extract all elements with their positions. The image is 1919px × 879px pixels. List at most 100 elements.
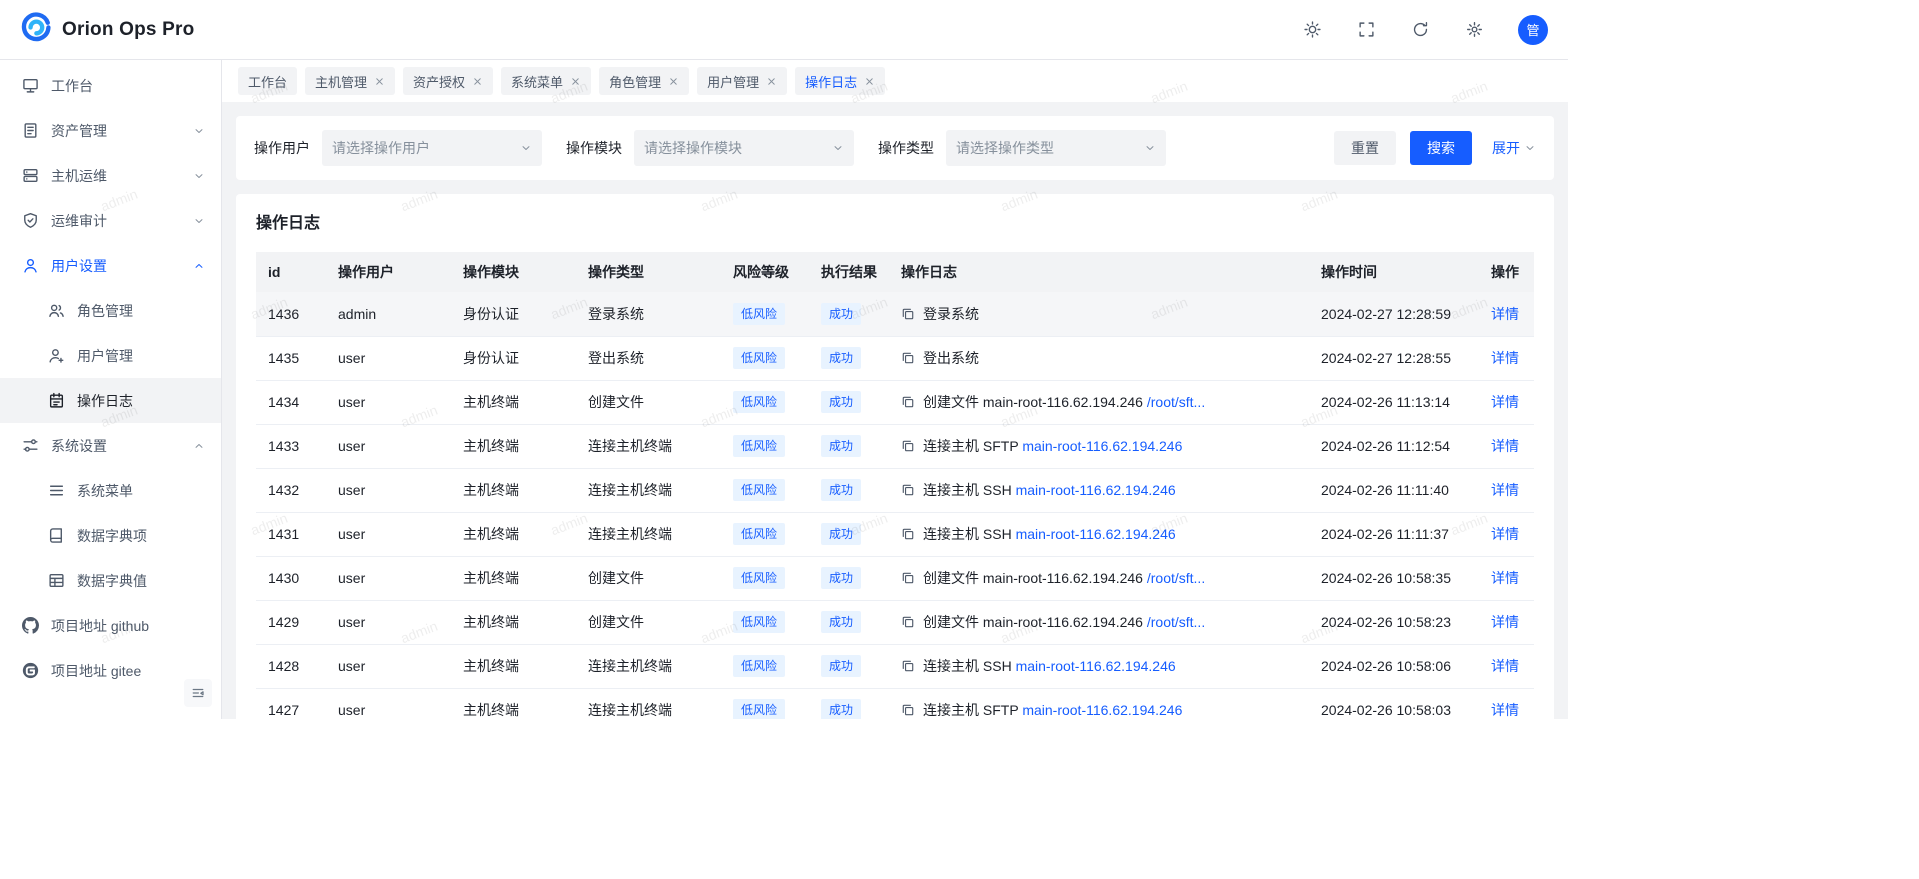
- detail-link[interactable]: 详情: [1491, 702, 1519, 718]
- sidebar-item[interactable]: 数据字典值: [0, 558, 221, 603]
- tab-资产授权[interactable]: 资产授权: [403, 67, 493, 95]
- log-link[interactable]: /root/sft...: [1147, 570, 1205, 586]
- sidebar-item[interactable]: 角色管理: [0, 288, 221, 333]
- log-text: 创建文件 main-root-116.62.194.246: [923, 394, 1147, 410]
- copy-icon[interactable]: [901, 615, 915, 629]
- sidebar-item[interactable]: 数据字典项: [0, 513, 221, 558]
- log-link[interactable]: main-root-116.62.194.246: [1022, 438, 1182, 454]
- expand-filters-link[interactable]: 展开: [1492, 138, 1536, 158]
- close-icon[interactable]: [570, 76, 581, 87]
- search-button[interactable]: 搜索: [1410, 131, 1472, 165]
- sidebar-item[interactable]: 工作台: [0, 63, 221, 108]
- sidebar-item[interactable]: 运维审计: [0, 198, 221, 243]
- sidebar-item[interactable]: 资产管理: [0, 108, 221, 153]
- detail-link[interactable]: 详情: [1491, 350, 1519, 366]
- cell-risk: 低风险: [721, 556, 809, 600]
- close-icon[interactable]: [668, 76, 679, 87]
- sidebar-item[interactable]: 项目地址 github: [0, 603, 221, 648]
- refresh-icon[interactable]: [1410, 20, 1430, 40]
- dict-value-icon: [48, 572, 65, 589]
- detail-link[interactable]: 详情: [1491, 658, 1519, 674]
- tab-用户管理[interactable]: 用户管理: [697, 67, 787, 95]
- copy-icon[interactable]: [901, 395, 915, 409]
- tab-主机管理[interactable]: 主机管理: [305, 67, 395, 95]
- tab-系统菜单[interactable]: 系统菜单: [501, 67, 591, 95]
- cell-user: user: [326, 556, 451, 600]
- cell-action: 详情: [1479, 468, 1534, 512]
- cell-module: 主机终端: [451, 424, 576, 468]
- reset-button[interactable]: 重置: [1334, 131, 1396, 165]
- detail-link[interactable]: 详情: [1491, 306, 1519, 322]
- copy-icon[interactable]: [901, 439, 915, 453]
- cell-user: user: [326, 380, 451, 424]
- log-link[interactable]: main-root-116.62.194.246: [1016, 658, 1176, 674]
- copy-icon[interactable]: [901, 483, 915, 497]
- detail-link[interactable]: 详情: [1491, 614, 1519, 630]
- tab-操作日志[interactable]: 操作日志: [795, 67, 885, 95]
- sidebar-item[interactable]: 系统菜单: [0, 468, 221, 513]
- detail-link[interactable]: 详情: [1491, 482, 1519, 498]
- cell-type: 登录系统: [576, 292, 721, 336]
- log-text: 创建文件 main-root-116.62.194.246: [923, 614, 1147, 630]
- risk-badge: 低风险: [733, 699, 785, 719]
- cell-id: 1430: [256, 556, 326, 600]
- copy-icon[interactable]: [901, 659, 915, 673]
- column-header: 操作用户: [326, 252, 451, 292]
- close-icon[interactable]: [864, 76, 875, 87]
- sidebar-item[interactable]: 用户设置: [0, 243, 221, 288]
- log-link[interactable]: main-root-116.62.194.246: [1016, 482, 1176, 498]
- sidebar-menu: 工作台资产管理主机运维运维审计用户设置角色管理用户管理操作日志系统设置系统菜单数…: [0, 63, 221, 693]
- close-icon[interactable]: [766, 76, 777, 87]
- cell-result: 成功: [809, 556, 889, 600]
- tab-工作台[interactable]: 工作台: [238, 67, 297, 95]
- sidebar-item-label: 运维审计: [51, 211, 181, 231]
- copy-icon[interactable]: [901, 527, 915, 541]
- operation-type-select[interactable]: 请选择操作类型: [946, 130, 1166, 166]
- risk-badge: 低风险: [733, 391, 785, 413]
- theme-icon[interactable]: [1302, 20, 1322, 40]
- close-icon[interactable]: [472, 76, 483, 87]
- fullscreen-icon[interactable]: [1356, 20, 1376, 40]
- log-link[interactable]: /root/sft...: [1147, 614, 1205, 630]
- chevron-down-icon: [832, 142, 844, 154]
- cell-time: 2024-02-27 12:28:59: [1309, 292, 1479, 336]
- sidebar-item[interactable]: 系统设置: [0, 423, 221, 468]
- copy-icon[interactable]: [901, 703, 915, 717]
- column-header: 操作时间: [1309, 252, 1479, 292]
- log-link[interactable]: main-root-116.62.194.246: [1016, 526, 1176, 542]
- cell-type: 登出系统: [576, 336, 721, 380]
- detail-link[interactable]: 详情: [1491, 438, 1519, 454]
- sidebar-item[interactable]: 用户管理: [0, 333, 221, 378]
- log-panel: 操作日志 id操作用户操作模块操作类型风险等级执行结果操作日志操作时间操作 14…: [236, 194, 1554, 719]
- copy-icon[interactable]: [901, 351, 915, 365]
- settings-icon[interactable]: [1464, 20, 1484, 40]
- system-settings-icon: [22, 437, 39, 454]
- sidebar-item-label: 资产管理: [51, 121, 181, 141]
- cell-type: 创建文件: [576, 380, 721, 424]
- cell-time: 2024-02-26 11:11:40: [1309, 468, 1479, 512]
- avatar[interactable]: 管: [1518, 15, 1548, 45]
- operation-user-select[interactable]: 请选择操作用户: [322, 130, 542, 166]
- log-link[interactable]: main-root-116.62.194.246: [1022, 702, 1182, 718]
- column-header: 操作: [1479, 252, 1534, 292]
- copy-icon[interactable]: [901, 307, 915, 321]
- sidebar-item[interactable]: 操作日志: [0, 378, 221, 423]
- sidebar-item[interactable]: 主机运维: [0, 153, 221, 198]
- collapse-sidebar-button[interactable]: [184, 679, 212, 707]
- chevron-down-icon: [193, 215, 205, 227]
- result-badge: 成功: [821, 523, 861, 545]
- cell-module: 主机终端: [451, 380, 576, 424]
- cell-action: 详情: [1479, 424, 1534, 468]
- cell-type: 连接主机终端: [576, 644, 721, 688]
- log-link[interactable]: /root/sft...: [1147, 394, 1205, 410]
- operation-module-select[interactable]: 请选择操作模块: [634, 130, 854, 166]
- tab-角色管理[interactable]: 角色管理: [599, 67, 689, 95]
- cell-type: 连接主机终端: [576, 512, 721, 556]
- cell-type: 创建文件: [576, 600, 721, 644]
- close-icon[interactable]: [374, 76, 385, 87]
- detail-link[interactable]: 详情: [1491, 570, 1519, 586]
- cell-type: 连接主机终端: [576, 688, 721, 719]
- copy-icon[interactable]: [901, 571, 915, 585]
- detail-link[interactable]: 详情: [1491, 394, 1519, 410]
- detail-link[interactable]: 详情: [1491, 526, 1519, 542]
